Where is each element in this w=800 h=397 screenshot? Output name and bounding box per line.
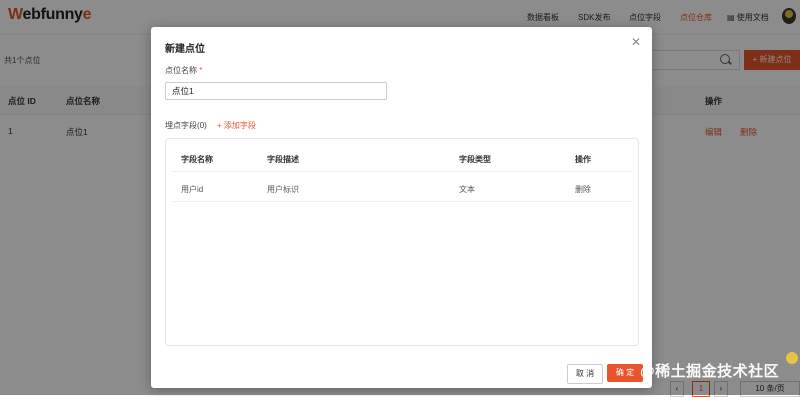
dialog-title: 新建点位 — [165, 44, 205, 55]
chat-icon[interactable] — [786, 352, 798, 364]
fields-label: 埋点字段(0) — [165, 121, 207, 130]
field-row-desc: 用户标识 — [267, 185, 299, 194]
confirm-button[interactable]: 确 定 — [607, 364, 643, 382]
field-col-type: 字段类型 — [459, 155, 491, 164]
point-name-label: 点位名称 * — [165, 66, 203, 75]
field-row-delete[interactable]: 删除 — [575, 184, 591, 195]
watermark: @稀土掘金技术社区 — [640, 363, 780, 380]
row-divider — [172, 201, 632, 202]
add-field-button[interactable]: + 添加字段 — [217, 120, 256, 131]
field-col-name: 字段名称 — [181, 155, 213, 164]
field-row-name: 用户id — [181, 185, 204, 194]
required-mark: * — [199, 66, 203, 75]
field-row-type: 文本 — [459, 185, 475, 194]
point-name-input[interactable]: 点位1 — [165, 82, 387, 100]
new-point-dialog: 新建点位 ✕ 点位名称 * 点位1 埋点字段(0) + 添加字段 字段名称 字段… — [151, 27, 652, 388]
fields-table-header — [172, 143, 632, 172]
close-icon[interactable]: ✕ — [631, 36, 641, 48]
field-col-desc: 字段描述 — [267, 155, 299, 164]
fields-table: 字段名称 字段描述 字段类型 操作 用户id 用户标识 文本 删除 — [165, 138, 639, 346]
field-col-action: 操作 — [575, 155, 591, 164]
cancel-button[interactable]: 取 消 — [567, 364, 603, 384]
